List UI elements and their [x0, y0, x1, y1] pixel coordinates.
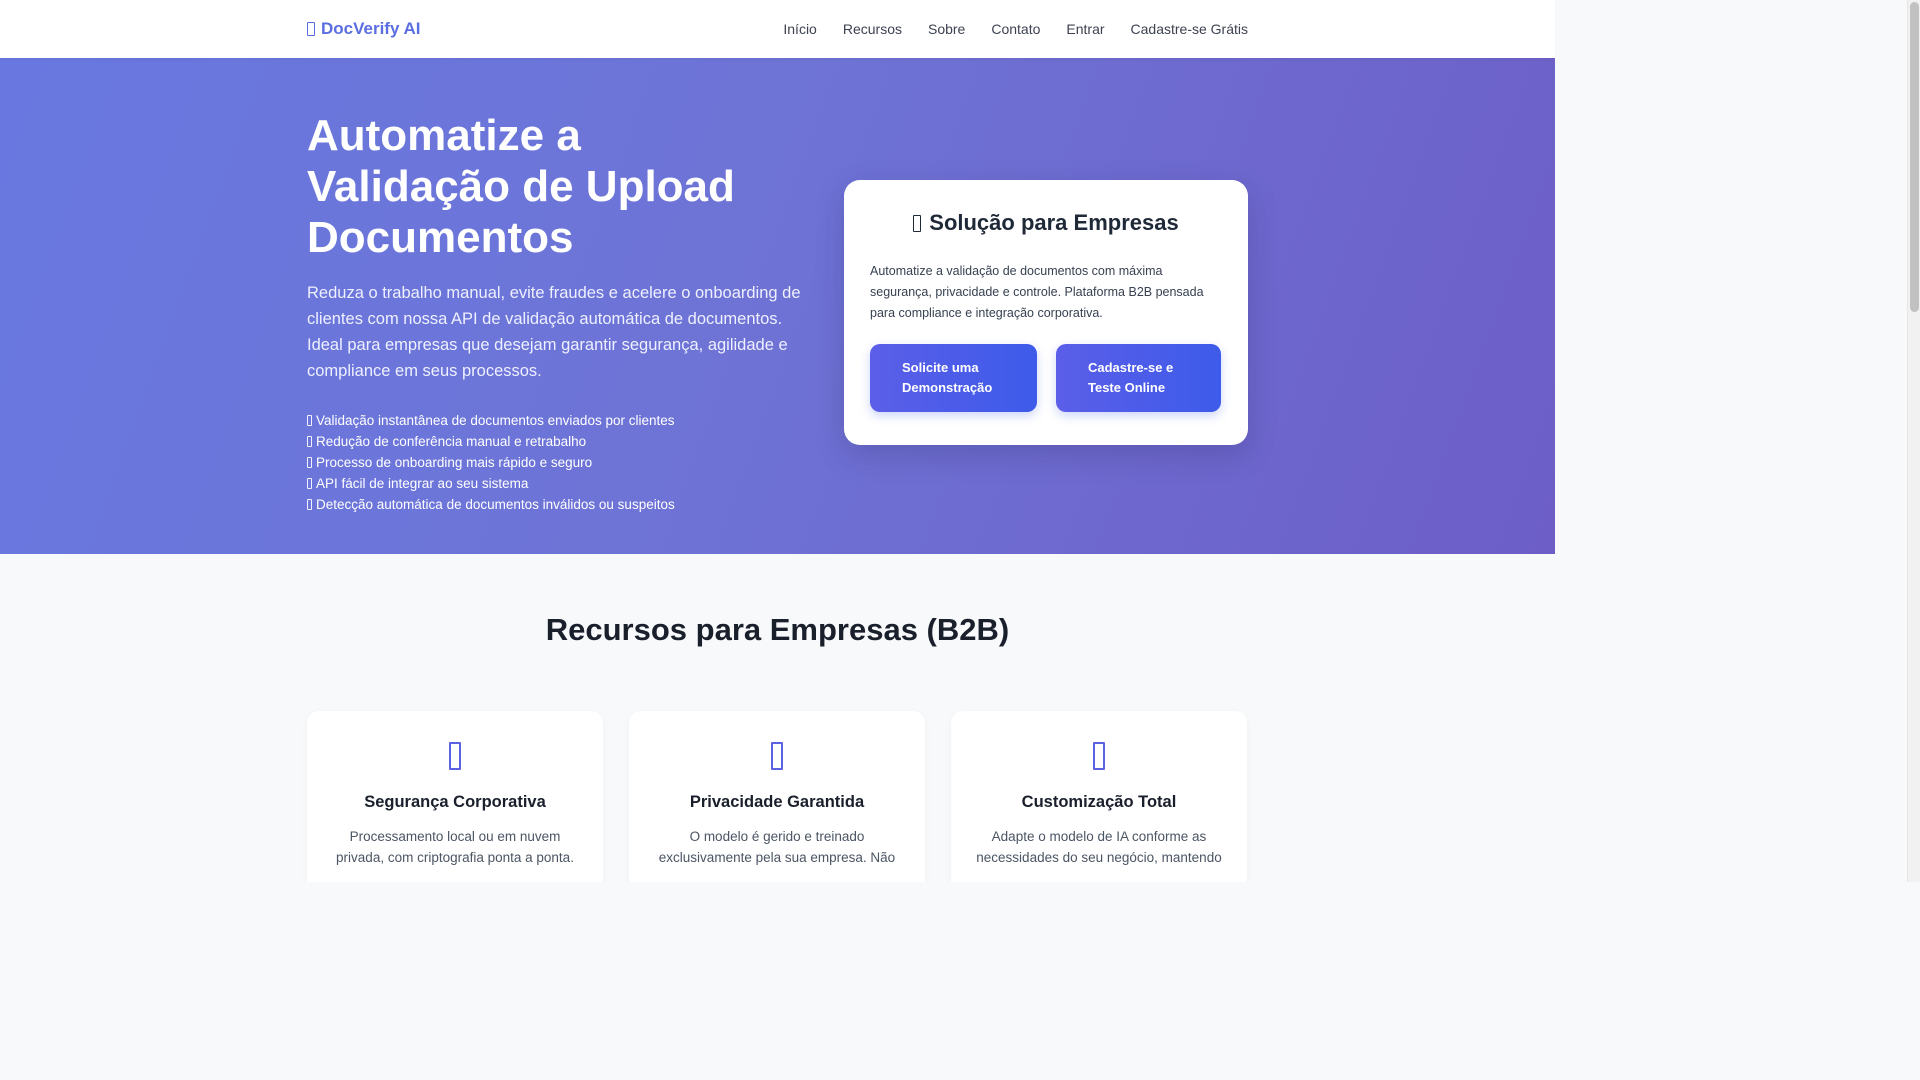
nav-link-entrar[interactable]: Entrar: [1066, 21, 1104, 37]
building-icon: [913, 214, 922, 232]
solution-card-title: Solução para Empresas: [870, 210, 1222, 236]
feature-card-description: O modelo é gerido e treinado exclusivame…: [658, 829, 896, 865]
nav-link-sobre[interactable]: Sobre: [928, 21, 965, 37]
hero-feature-text: Redução de conferência manual e retrabal…: [316, 434, 587, 449]
scrollbar-thumb[interactable]: [1910, 2, 1919, 312]
shield-icon: [449, 742, 461, 770]
hero-feature-item: Processo de onboarding mais rápido e seg…: [307, 452, 675, 473]
hero-feature-text: Processo de onboarding mais rápido e seg…: [316, 455, 593, 470]
check-icon: [307, 457, 312, 468]
hero-feature-list: Validação instantânea de documentos envi…: [307, 410, 675, 515]
nav-link-contato[interactable]: Contato: [991, 21, 1040, 37]
resources-section: Recursos para Empresas (B2B) Segurança C…: [0, 554, 1555, 882]
signup-test-button[interactable]: Cadastre-se e Teste Online: [1056, 344, 1221, 412]
check-icon: [307, 478, 312, 489]
solution-card-buttons: Solicite uma Demonstração Cadastre-se e …: [870, 344, 1222, 412]
settings-icon: [1093, 742, 1105, 770]
hero-section: Automatize a Validação de Upload Documen…: [0, 58, 1555, 554]
nav-link-cadastre-se[interactable]: Cadastre-se Grátis: [1131, 21, 1248, 37]
hero-inner: Automatize a Validação de Upload Documen…: [307, 58, 1248, 554]
feature-card-title: Segurança Corporativa: [364, 793, 546, 811]
feature-card-description: Adapte o modelo de IA conforme as necess…: [976, 829, 1222, 865]
nav-link-inicio[interactable]: Início: [783, 21, 816, 37]
nav-link-recursos[interactable]: Recursos: [843, 21, 902, 37]
hero-description: Reduza o trabalho manual, evite fraudes …: [307, 284, 801, 380]
page-scrollbar[interactable]: [1907, 0, 1920, 882]
hero-feature-text: Detecção automática de documentos inváli…: [316, 497, 675, 512]
hero-title: Automatize a Validação de Upload Documen…: [307, 111, 735, 262]
solution-card-title-text: Solução para Empresas: [929, 210, 1179, 235]
resources-title: Recursos para Empresas (B2B): [545, 612, 1010, 647]
hero-feature-item: API fácil de integrar ao seu sistema: [307, 473, 675, 494]
check-icon: [307, 499, 312, 510]
check-icon: [307, 436, 312, 447]
nav-links: Início Recursos Sobre Contato Entrar Cad…: [783, 21, 1248, 37]
feature-card-customization: Customização Total Adapte o modelo de IA…: [951, 711, 1247, 882]
hero-feature-text: Validação instantânea de documentos envi…: [316, 413, 675, 428]
brand-name: DocVerify AI: [321, 19, 421, 38]
navbar: DocVerify AI Início Recursos Sobre Conta…: [0, 0, 1555, 58]
hero-feature-item: Validação instantânea de documentos envi…: [307, 410, 675, 431]
request-demo-button[interactable]: Solicite uma Demonstração: [870, 344, 1037, 412]
solution-card: Solução para Empresas Automatize a valid…: [844, 180, 1248, 445]
feature-cards: Segurança Corporativa Processamento loca…: [307, 711, 1248, 882]
hero-feature-text: API fácil de integrar ao seu sistema: [316, 476, 529, 491]
solution-card-text: Automatize a validação de documentos com…: [870, 264, 1204, 320]
feature-card-title: Privacidade Garantida: [689, 793, 865, 811]
feature-card-security: Segurança Corporativa Processamento loca…: [307, 711, 603, 882]
feature-card-title: Customização Total: [1021, 793, 1177, 811]
hero-feature-item: Redução de conferência manual e retrabal…: [307, 431, 675, 452]
lock-icon: [771, 742, 783, 770]
feature-card-description: Processamento local ou em nuvem privada,…: [336, 829, 574, 865]
hero-feature-item: Detecção automática de documentos inváli…: [307, 494, 675, 515]
brand-logo[interactable]: DocVerify AI: [307, 19, 421, 39]
document-icon: [307, 22, 315, 36]
feature-card-privacy: Privacidade Garantida O modelo é gerido …: [629, 711, 925, 882]
navbar-inner: DocVerify AI Início Recursos Sobre Conta…: [307, 0, 1248, 58]
check-icon: [307, 415, 312, 426]
page: DocVerify AI Início Recursos Sobre Conta…: [0, 0, 1555, 882]
